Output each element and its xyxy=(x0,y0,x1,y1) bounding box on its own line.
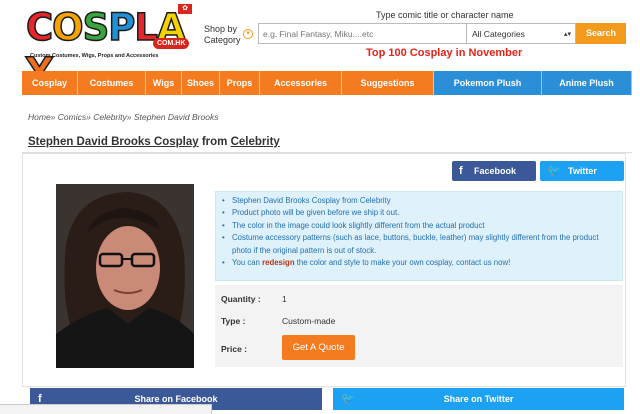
breadcrumb-current: Stephen David Brooks xyxy=(133,112,219,122)
nav-costumes[interactable]: Costumes xyxy=(78,71,146,95)
logo-letter: C xyxy=(25,5,54,50)
info-item: Stephen David Brooks Cosplay from Celebr… xyxy=(222,195,616,208)
page-title: Stephen David Brooks Cosplay from Celebr… xyxy=(28,136,280,148)
info-item: The color in the image could look slight… xyxy=(222,220,616,233)
logo-letter: S xyxy=(82,5,110,50)
logo-letter: O xyxy=(51,5,84,50)
redesign-link[interactable]: redesign xyxy=(262,258,295,267)
product-specs: Quantity : 1 Type : Custom-made Price : … xyxy=(215,285,623,367)
nav-anime-plush[interactable]: Anime Plush xyxy=(542,71,632,95)
breadcrumb-comics[interactable]: Comics» xyxy=(58,112,91,122)
nav-cosplay[interactable]: Cosplay xyxy=(22,71,78,95)
search-input[interactable] xyxy=(258,23,466,44)
info-item: Product photo will be given before we sh… xyxy=(222,207,616,220)
title-product-link[interactable]: Stephen David Brooks Cosplay xyxy=(28,136,199,148)
dropdown-arrow-icon: ▴▾ xyxy=(563,31,571,38)
breadcrumb-celebrity[interactable]: Celebrity» xyxy=(93,112,131,122)
main-nav: Cosplay Costumes Wigs Shoes Props Access… xyxy=(22,71,632,95)
search-hint: Type comic title or character name xyxy=(376,10,514,20)
nav-suggestions[interactable]: Suggestions xyxy=(342,71,434,95)
info-item: Costume accessory patterns (such as lace… xyxy=(222,232,616,257)
twitter-icon: 🐦 xyxy=(547,165,561,177)
info-item-redesign: You can redesign the color and style to … xyxy=(222,257,616,270)
product-info-list: Stephen David Brooks Cosplay from Celebr… xyxy=(215,191,623,281)
nav-pokemon-plush[interactable]: Pokemon Plush xyxy=(434,71,542,95)
browser-status-bar xyxy=(0,404,212,414)
nav-props[interactable]: Props xyxy=(220,71,260,95)
category-select[interactable]: All Categories ▴▾ xyxy=(466,23,576,44)
search-button[interactable]: Search xyxy=(576,23,626,44)
breadcrumb: Home» Comics» Celebrity» Stephen David B… xyxy=(28,112,218,122)
twitter-share-button[interactable]: 🐦 Twitter xyxy=(540,161,624,181)
chevron-down-icon[interactable]: ▾ xyxy=(243,29,253,39)
logo-letter: P xyxy=(108,5,137,50)
hk-flag-icon[interactable]: ✿ xyxy=(178,4,192,14)
nav-shoes[interactable]: Shoes xyxy=(182,71,220,95)
product-photo xyxy=(56,184,194,368)
share-twitter-bar[interactable]: 🐦 Share on Twitter xyxy=(333,388,624,410)
breadcrumb-home[interactable]: Home» xyxy=(28,112,55,122)
type-value: Custom-made xyxy=(282,316,336,326)
logo-tagline: Custom Costumes, Wigs, Props and Accesso… xyxy=(30,53,159,59)
facebook-icon: f xyxy=(459,165,463,177)
nav-wigs[interactable]: Wigs xyxy=(146,71,182,95)
site-header: COSPLAY COM.HK Custom Costumes, Wigs, Pr… xyxy=(0,0,640,94)
logo-badge: COM.HK xyxy=(153,38,190,49)
get-quote-button[interactable]: Get A Quote xyxy=(282,335,355,360)
nav-accessories[interactable]: Accessories xyxy=(260,71,342,95)
type-label: Type : xyxy=(221,316,246,326)
site-logo[interactable]: COSPLAY COM.HK Custom Costumes, Wigs, Pr… xyxy=(25,5,198,94)
price-label: Price : xyxy=(221,344,247,354)
title-category-link[interactable]: Celebrity xyxy=(231,136,280,148)
quantity-label: Quantity : xyxy=(221,294,261,304)
top-100-link[interactable]: Top 100 Cosplay in November xyxy=(366,47,522,59)
product-photo-image xyxy=(56,184,194,368)
quantity-value: 1 xyxy=(282,294,287,304)
shop-by-category[interactable]: Shop by Category xyxy=(204,24,241,46)
facebook-share-button[interactable]: f Facebook xyxy=(452,161,536,181)
